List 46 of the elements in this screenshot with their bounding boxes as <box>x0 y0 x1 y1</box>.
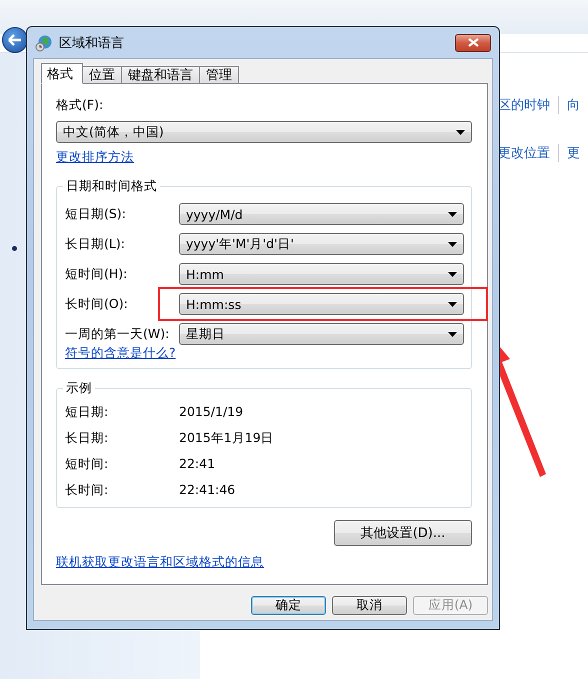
field-label: 一周的第一天(W): <box>65 326 170 342</box>
caret-icon <box>456 130 465 134</box>
dropdown[interactable]: H:mm:ss <box>179 293 464 315</box>
info-link[interactable]: 联机获取更改语言和区域格式的信息 <box>56 554 264 571</box>
example-value: 22:41:46 <box>179 482 236 499</box>
globe-icon <box>35 34 53 52</box>
example-value: 2015/1/19 <box>179 404 244 421</box>
example-label: 短时间: <box>65 456 110 473</box>
example-label: 长时间: <box>65 482 110 499</box>
caret-icon <box>448 212 457 216</box>
tab[interactable]: 格式 <box>41 63 83 84</box>
close-icon <box>468 38 478 47</box>
dropdown[interactable]: yyyy'年'M'月'd'日' <box>179 233 464 255</box>
field-label: 格式(F): <box>56 97 104 114</box>
example-label: 短日期: <box>65 404 110 421</box>
field-label: 短时间(H): <box>65 266 128 282</box>
caret-icon <box>448 242 457 246</box>
caret-icon <box>448 332 457 336</box>
dialog-button[interactable]: 确定 <box>251 596 326 615</box>
arrow-icon <box>8 34 22 46</box>
dropdown[interactable]: H:mm <box>179 263 464 285</box>
group-title: 示例 <box>65 380 93 397</box>
panel-link[interactable]: 向 <box>567 96 588 114</box>
sort-link[interactable]: 更改排序方法 <box>56 149 134 166</box>
window-title: 区域和语言 <box>59 34 124 52</box>
dialog-button[interactable]: 取消 <box>332 596 407 615</box>
tab[interactable]: 管理 <box>200 66 239 84</box>
other-settings-button[interactable]: 其他设置(D)... <box>334 520 472 546</box>
close-button[interactable] <box>455 34 491 52</box>
example-value: 2015年1月19日 <box>179 430 275 447</box>
caret-icon <box>448 272 457 276</box>
caret-icon <box>448 302 457 306</box>
field-label: 长日期(L): <box>65 236 126 252</box>
dropdown[interactable]: 中文(简体，中国) <box>56 121 472 143</box>
dropdown[interactable]: 星期日 <box>179 323 464 345</box>
tab[interactable]: 位置 <box>83 66 122 84</box>
help-link[interactable]: 符号的含意是什么? <box>65 345 176 360</box>
group-title: 日期和时间格式 <box>65 178 158 195</box>
dropdown[interactable]: yyyy/M/d <box>179 203 464 225</box>
example-label: 长日期: <box>65 430 110 447</box>
example-value: 22:41 <box>179 456 216 473</box>
panel-link[interactable]: 更 <box>567 144 588 162</box>
tab[interactable]: 键盘和语言 <box>122 66 200 84</box>
field-label: 短日期(S): <box>65 206 127 222</box>
bullet-icon <box>12 246 17 251</box>
field-label: 长时间(O): <box>65 296 129 312</box>
